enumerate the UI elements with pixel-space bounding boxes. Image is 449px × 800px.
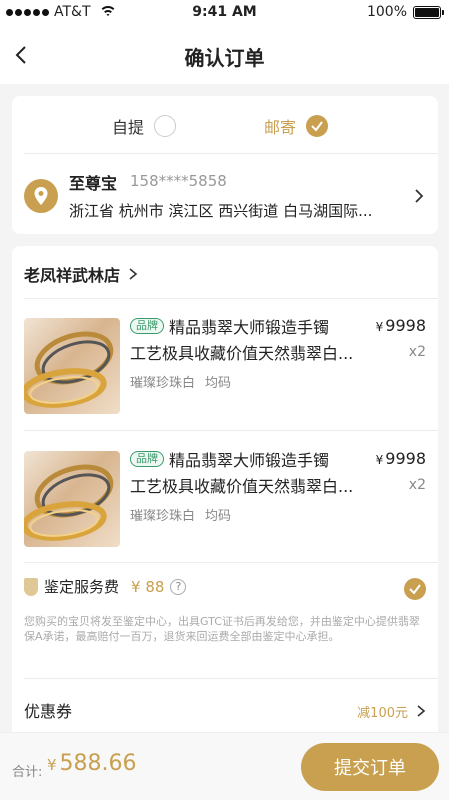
spec-color: 璀璨珍珠白: [130, 509, 196, 524]
divider: [24, 678, 438, 679]
pickup-option[interactable]: 自提: [112, 114, 177, 138]
price-value: 9998: [385, 449, 426, 468]
recipient-name: 至尊宝: [69, 174, 118, 193]
nav-bar: 确认订单: [0, 26, 449, 84]
divider: [24, 153, 438, 154]
product-title-line2: 工艺极具收藏价值天然翡翠白...: [130, 477, 354, 496]
mail-radio-checked[interactable]: [306, 115, 329, 137]
currency-symbol: ¥: [375, 453, 384, 467]
price-value: 9998: [385, 316, 426, 335]
coupon-value: 减100元: [357, 706, 408, 721]
spec-size: 均码: [205, 509, 232, 524]
checkout-bar: 合计: ¥588.66 提交订单: [0, 732, 449, 800]
recipient-phone: 158****5858: [130, 172, 227, 190]
total-amount: ¥588.66: [47, 751, 137, 776]
mail-option[interactable]: 邮寄: [264, 114, 329, 138]
product-item[interactable]: 品牌 精品翡翠大师锻造手镯 工艺极具收藏价值天然翡翠白... 璀璨珍珠白 均码 …: [12, 431, 438, 563]
currency-symbol: ¥: [375, 320, 384, 334]
product-title-line2: 工艺极具收藏价值天然翡翠白...: [130, 344, 354, 363]
product-image: [24, 451, 120, 547]
brand-badge: 品牌: [130, 451, 164, 467]
appraisal-service-row: 鉴定服务费 ¥ 88 ?: [24, 576, 426, 597]
shop-card: 老凤祥武林店 品牌 精品翡翠大师锻造手镯 工艺极具收藏价值天然翡翠白... 璀璨…: [12, 246, 438, 800]
product-price: ¥9998: [376, 449, 426, 468]
product-title: 精品翡翠大师锻造手镯: [169, 451, 330, 470]
address-line: 浙江省 杭州市 滨江区 西兴街道 白马湖国际...: [69, 202, 373, 220]
spec-size: 均码: [205, 376, 232, 391]
shop-header[interactable]: 老凤祥武林店: [24, 262, 138, 286]
total-label: 合计:: [12, 765, 43, 780]
product-quantity: x2: [408, 344, 426, 360]
service-price: ¥ 88: [131, 577, 165, 596]
chevron-right-icon: [129, 268, 138, 280]
product-price: ¥9998: [376, 316, 426, 335]
check-icon: [409, 584, 421, 595]
page-title: 确认订单: [184, 46, 265, 70]
product-title-row: 品牌 精品翡翠大师锻造手镯: [130, 447, 370, 471]
appraisal-badge-icon: [24, 577, 38, 596]
battery-percent: 100%: [366, 4, 407, 20]
currency-symbol: ¥: [47, 756, 57, 774]
pickup-radio[interactable]: [154, 115, 177, 137]
product-item[interactable]: 品牌 精品翡翠大师锻造手镯 工艺极具收藏价值天然翡翠白... 璀璨珍珠白 均码 …: [12, 298, 438, 430]
pickup-label: 自提: [112, 118, 145, 137]
brand-badge: 品牌: [130, 318, 164, 334]
service-label: 鉴定服务费: [44, 578, 120, 596]
chevron-right-icon: [417, 705, 426, 717]
status-bar: AT&T 9:41 AM 100%: [0, 0, 449, 26]
service-description: 您购买的宝贝将发至鉴定中心，出具GTC证书后再发给您，并由鉴定中心提供翡翠保A承…: [24, 615, 420, 643]
total-value: 588.66: [59, 751, 137, 776]
divider: [24, 562, 438, 563]
service-checkbox-checked[interactable]: [404, 578, 426, 600]
shop-name: 老凤祥武林店: [24, 266, 121, 285]
product-spec: 璀璨珍珠白 均码: [130, 505, 231, 524]
chevron-right-icon[interactable]: [412, 188, 426, 204]
location-pin-icon: [24, 179, 58, 213]
delivery-card: 自提 邮寄 至尊宝 158****5858 浙江省 杭州市 滨江区 西兴街道 白…: [12, 96, 438, 234]
product-title: 精品翡翠大师锻造手镯: [169, 318, 330, 337]
spec-color: 璀璨珍珠白: [130, 376, 196, 391]
status-right: 100%: [366, 4, 444, 20]
product-image: [24, 318, 120, 414]
mail-label: 邮寄: [264, 118, 297, 137]
help-icon[interactable]: ?: [170, 578, 187, 595]
product-quantity: x2: [408, 477, 426, 493]
product-spec: 璀璨珍珠白 均码: [130, 372, 231, 391]
battery-icon: [413, 5, 444, 19]
product-title-row: 品牌 精品翡翠大师锻造手镯: [130, 314, 370, 338]
submit-order-button[interactable]: 提交订单: [301, 743, 439, 791]
check-icon: [311, 121, 323, 132]
